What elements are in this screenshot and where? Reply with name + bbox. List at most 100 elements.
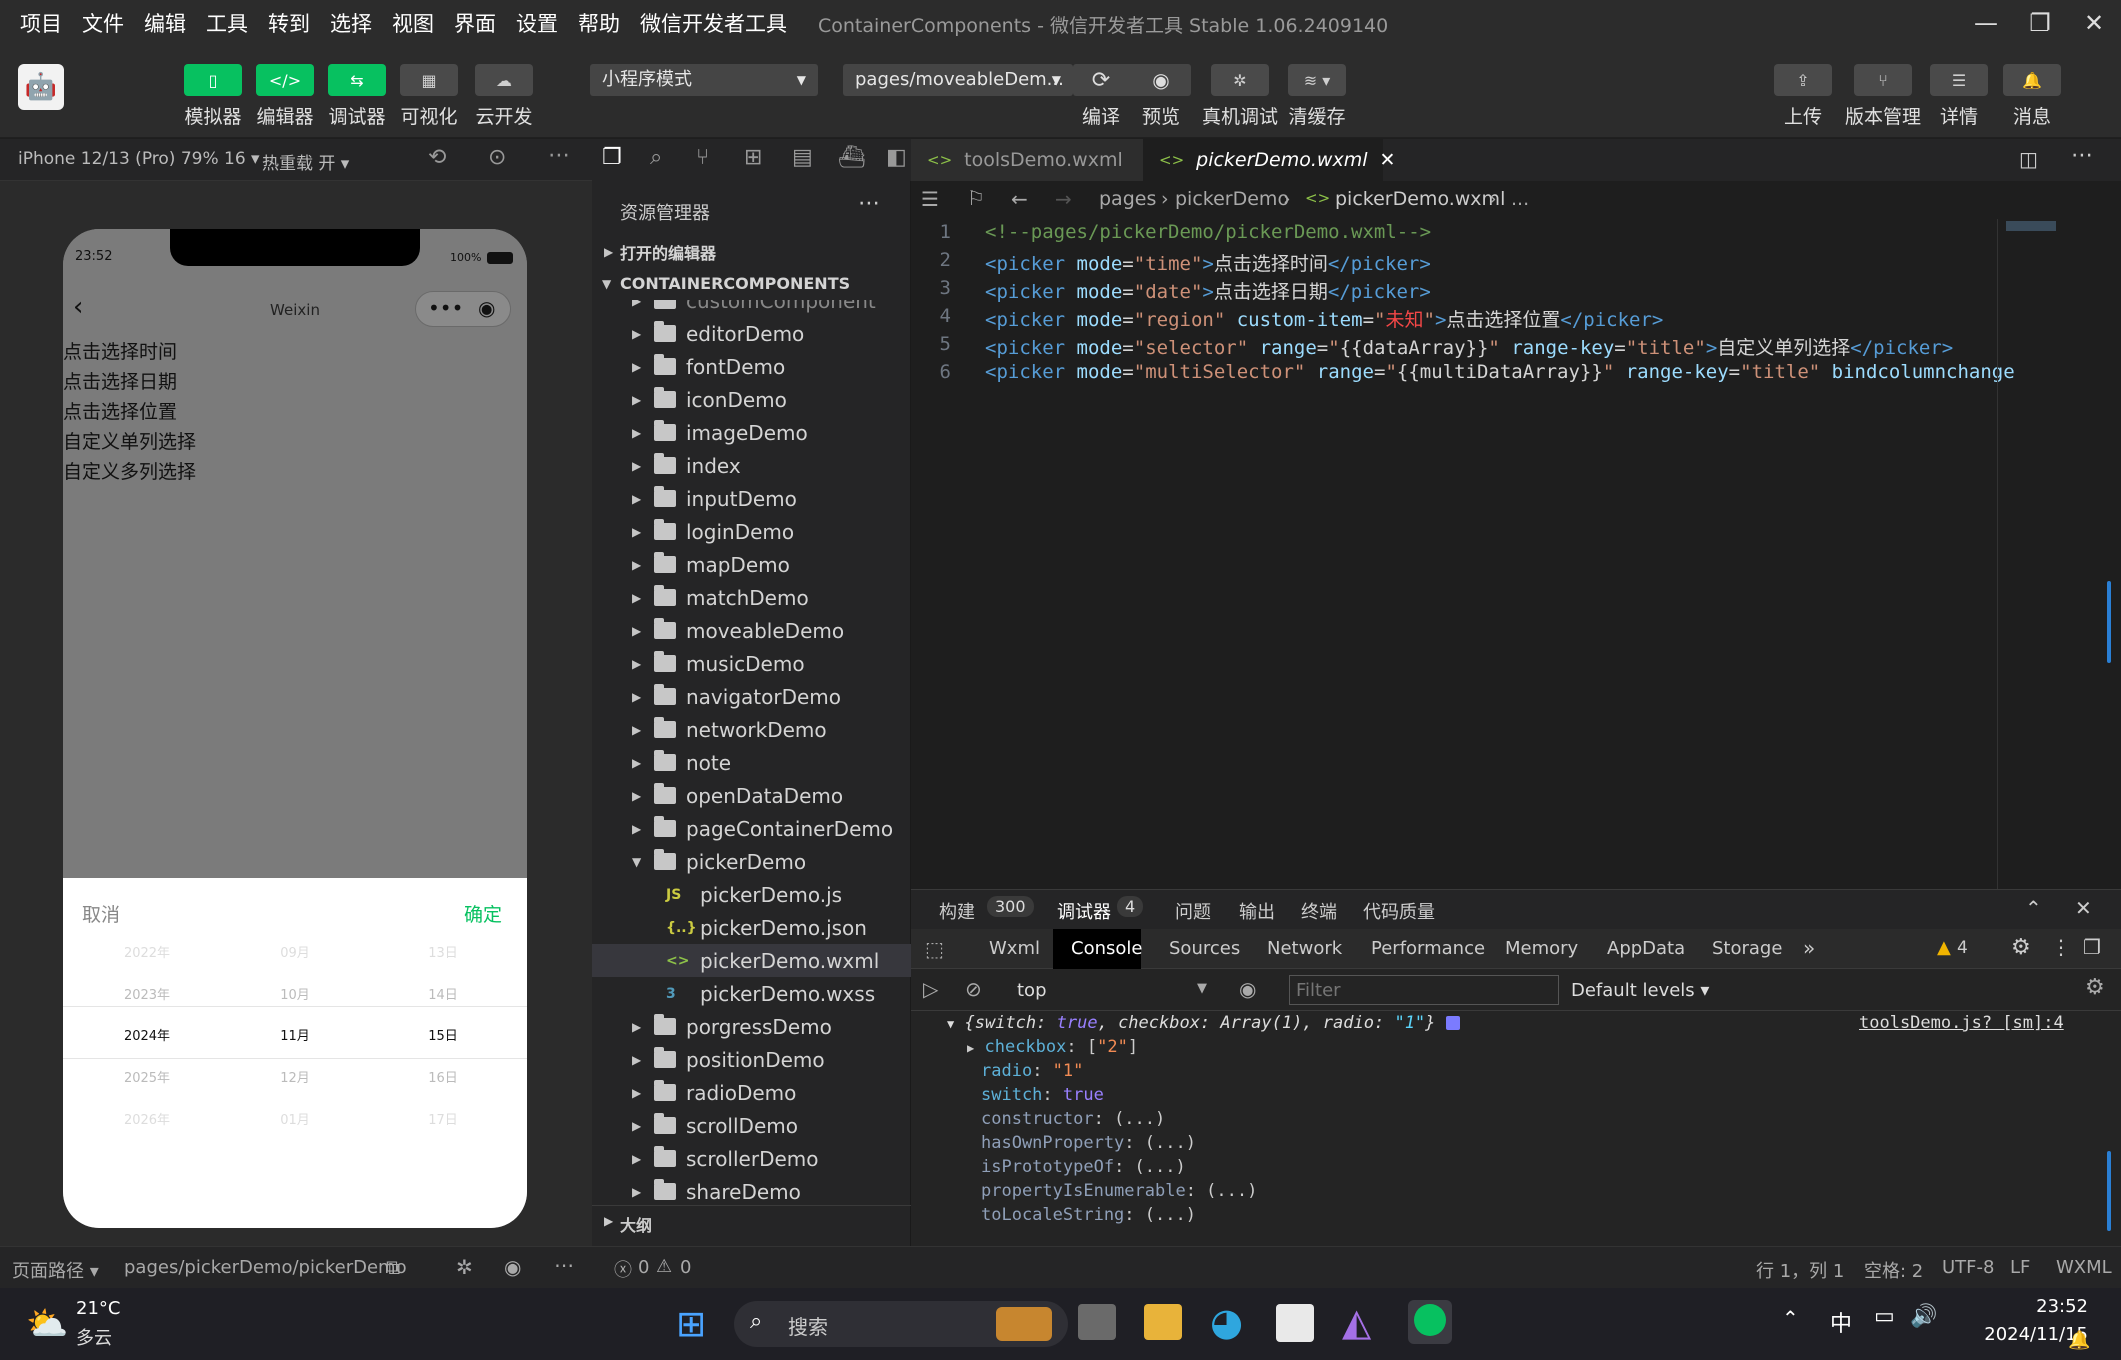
minimize-button[interactable]: — (1964, 6, 2008, 40)
console-log-object[interactable]: ▼ {switch: true, checkbox: Array(1), rad… (947, 1013, 1460, 1033)
editor-more-icon[interactable]: ⋯ (2071, 143, 2093, 168)
network-icon[interactable]: ▭ (1874, 1304, 1895, 1329)
menu-item-devtools[interactable]: 微信开发者工具 (640, 8, 787, 38)
tree-file[interactable]: {..} pickerDemo.json (592, 911, 911, 944)
tab-issues[interactable]: 问题 (1175, 898, 1211, 924)
filter-input[interactable] (1289, 975, 1559, 1005)
breadcrumb-file[interactable]: pickerDemo.wxml (1335, 188, 1505, 210)
encoding[interactable]: UTF-8 (1942, 1257, 1994, 1278)
search-box[interactable]: ⌕ 搜索 (734, 1301, 1068, 1347)
tree-folder[interactable]: ▶ inputDemo (592, 482, 911, 515)
files-icon[interactable]: ❐ (602, 145, 622, 170)
kebab-icon[interactable]: ⋮ (2051, 935, 2071, 959)
messages-button[interactable]: 🔔 消息 (2003, 64, 2061, 129)
tree-folder[interactable]: ▶ networkDemo (592, 713, 911, 746)
debugger-button[interactable]: ⇆ 调试器 (328, 64, 386, 129)
console-output[interactable]: ▼ {switch: true, checkbox: Array(1), rad… (911, 1011, 2121, 1246)
tree-folder[interactable]: ▶ pageContainerDemo (592, 812, 911, 845)
tab-wxml[interactable]: Wxml (989, 938, 1040, 959)
menu-item-view[interactable]: 视图 (392, 8, 434, 38)
tab-build[interactable]: 构建 (939, 898, 975, 924)
tab-debugger[interactable]: 调试器 (1057, 898, 1111, 924)
tree-folder[interactable]: ▶ imageDemo (592, 416, 911, 449)
more-dots-icon[interactable]: ••• (428, 296, 463, 320)
task-view-icon[interactable] (1078, 1304, 1116, 1340)
tree-folder[interactable]: ▶ musicDemo (592, 647, 911, 680)
list-icon[interactable]: ☰ (921, 187, 939, 211)
scrollbar[interactable] (2107, 581, 2111, 663)
picker-region[interactable]: 点击选择位置 (63, 397, 196, 427)
back-arrow-icon[interactable]: ← (1011, 187, 1028, 211)
tree-folder[interactable]: ▶ loginDemo (592, 515, 911, 548)
menu-item-goto[interactable]: 转到 (268, 8, 310, 38)
tab-picker-demo[interactable]: <> pickerDemo.wxml ✕ (1143, 139, 1395, 181)
cursor-position[interactable]: 行 1，列 1 (1756, 1257, 1844, 1283)
menu-item-settings[interactable]: 设置 (516, 8, 558, 38)
warning-icon[interactable]: ▲ (1937, 937, 1951, 958)
stop-icon[interactable]: ⊙ (488, 145, 506, 170)
tab-output[interactable]: 输出 (1239, 898, 1275, 924)
page-path-label[interactable]: 页面路径 ▾ (12, 1257, 99, 1283)
notification-bell-icon[interactable]: 🔔 (2068, 1330, 2090, 1351)
menu-item-help[interactable]: 帮助 (578, 8, 620, 38)
close-window-button[interactable]: ✕ (2072, 6, 2116, 40)
tab-terminal[interactable]: 终端 (1301, 898, 1337, 924)
eye-icon[interactable]: ◉ (1239, 977, 1256, 1001)
breadcrumb-pages[interactable]: pages (1099, 188, 1156, 210)
visual-studio-icon[interactable]: ◭ (1342, 1300, 1371, 1344)
store-icon[interactable] (1276, 1304, 1314, 1342)
tab-network[interactable]: Network (1267, 938, 1342, 959)
eye-icon[interactable]: ◉ (504, 1255, 521, 1279)
details-button[interactable]: ☰ 详情 (1930, 64, 1988, 129)
maximize-button[interactable]: ❐ (2018, 6, 2062, 40)
console-prop[interactable]: ▶ checkbox: ["2"] (967, 1037, 1138, 1057)
tree-folder[interactable]: ▶ openDataDemo (592, 779, 911, 812)
explorer-more-icon[interactable]: ⋯ (858, 191, 880, 216)
menu-item-select[interactable]: 选择 (330, 8, 372, 38)
tab-storage[interactable]: Storage (1712, 938, 1782, 959)
tab-memory[interactable]: Memory (1505, 938, 1578, 959)
compile-button[interactable]: ⟳ 编译 (1076, 64, 1126, 129)
project-section[interactable]: ▼ CONTAINERCOMPONENTS (592, 267, 911, 300)
file-explorer-icon[interactable] (1144, 1304, 1182, 1340)
tree-folder[interactable]: ▶ editorDemo (592, 317, 911, 350)
copy-icon[interactable]: ⧉ (386, 1255, 400, 1279)
source-control-icon[interactable]: ⑂ (696, 145, 709, 170)
minimap[interactable] (1997, 219, 2097, 889)
more-icon[interactable]: ⋯ (548, 143, 570, 168)
clear-cache-button[interactable]: ≋ ▾ 清缓存 (1288, 64, 1346, 129)
breadcrumb-more[interactable]: ... (1511, 188, 1529, 210)
menu-item-interface[interactable]: 界面 (454, 8, 496, 38)
gear-icon[interactable]: ⚙ (2011, 935, 2031, 960)
source-link[interactable]: toolsDemo.js? [sm]:4 (1859, 1013, 2064, 1033)
tree-folder[interactable]: ▶ fontDemo (592, 350, 911, 383)
confirm-button[interactable]: 确定 (464, 900, 502, 927)
picker-time[interactable]: 点击选择时间 (63, 337, 196, 367)
device-select[interactable]: iPhone 12/13 (Pro) 79% 16 ▾ (18, 149, 260, 169)
mode-select[interactable]: 小程序模式 ▼ (590, 64, 818, 96)
tab-console-active[interactable]: Console (1053, 929, 1142, 969)
hot-reload-select[interactable]: 热重载 开 ▾ (262, 149, 349, 174)
edge-icon[interactable]: ◕ (1210, 1300, 1243, 1344)
tree-folder[interactable]: ▶ moveableDemo (592, 614, 911, 647)
tree-file[interactable]: JS pickerDemo.js (592, 878, 911, 911)
tree-folder[interactable]: ▼ pickerDemo (592, 845, 911, 878)
ime-indicator[interactable]: 中 (1830, 1306, 1852, 1338)
cloud-button[interactable]: ☁ 云开发 (475, 64, 533, 129)
dock-icon[interactable]: ❐ (2083, 935, 2101, 959)
cancel-button[interactable]: 取消 (82, 900, 120, 927)
page-select[interactable]: pages/moveableDem... ▼ (843, 64, 1073, 96)
tree-folder[interactable]: ▶ index (592, 449, 911, 482)
close-capsule-icon[interactable]: ◉ (478, 296, 495, 320)
tree-folder[interactable]: ▶ matchDemo (592, 581, 911, 614)
tab-performance[interactable]: Performance (1371, 938, 1485, 959)
weather-icon[interactable]: ⛅ (26, 1304, 68, 1344)
search-icon[interactable]: ⌕ (650, 145, 662, 170)
windows-start-icon[interactable]: ⊞ (676, 1304, 706, 1345)
tree-folder[interactable]: ▶ iconDemo (592, 383, 911, 416)
menu-item-tools[interactable]: 工具 (206, 8, 248, 38)
close-panel-icon[interactable]: ✕ (2075, 896, 2092, 920)
upload-button[interactable]: ⇪ 上传 (1774, 64, 1832, 129)
levels-select[interactable]: Default levels ▾ (1571, 980, 1709, 1001)
panel-icon[interactable]: ◧ (886, 145, 907, 170)
